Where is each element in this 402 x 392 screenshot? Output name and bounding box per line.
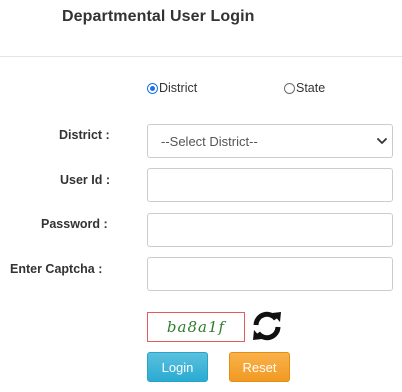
reset-button[interactable]: Reset	[229, 352, 290, 382]
state-radio-label: State	[296, 81, 326, 95]
captcha-label: Enter Captcha :	[10, 262, 103, 276]
password-label: Password :	[41, 217, 108, 231]
district-select[interactable]: --Select District--	[147, 124, 393, 158]
page-header: Departmental User Login	[0, 0, 402, 57]
district-label: District :	[59, 128, 110, 142]
district-radio-label: District	[159, 81, 198, 95]
radio-option-state[interactable]: State	[284, 81, 325, 95]
password-input[interactable]	[147, 213, 393, 247]
radio-option-district[interactable]: District	[147, 81, 197, 95]
district-radio-button[interactable]	[147, 83, 158, 94]
login-button[interactable]: Login	[147, 352, 208, 382]
district-select-value: --Select District--	[161, 133, 258, 149]
state-radio-button[interactable]	[284, 83, 295, 94]
userid-label: User Id :	[60, 173, 111, 187]
chevron-down-icon	[377, 138, 387, 144]
refresh-icon[interactable]	[250, 308, 284, 344]
captcha-image: ba8a1f	[147, 312, 245, 342]
userid-input[interactable]	[147, 168, 393, 202]
captcha-input[interactable]	[147, 257, 393, 291]
page-title: Departmental User Login	[62, 8, 255, 25]
